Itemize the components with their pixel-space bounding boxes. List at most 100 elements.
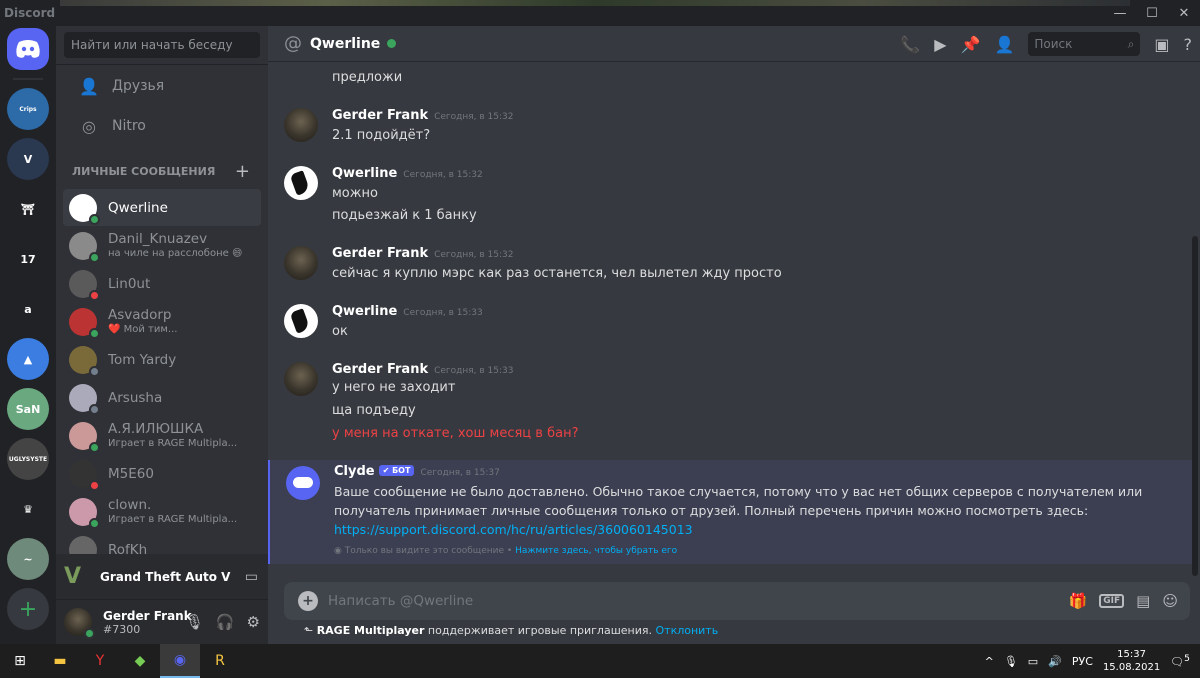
message-author[interactable]: Qwerline xyxy=(332,304,397,319)
notifications-icon[interactable]: 🗨5 xyxy=(1170,653,1190,669)
go-live-icon[interactable]: ▭ xyxy=(245,569,258,585)
server-icon[interactable]: 17 xyxy=(7,238,49,280)
inbox-icon[interactable]: ▣ xyxy=(1154,35,1169,54)
file-explorer-icon[interactable]: ▬ xyxy=(40,644,80,678)
status-off-icon xyxy=(89,403,100,415)
status-online-icon xyxy=(84,628,95,639)
dm-item[interactable]: А.Я.ИЛЮШКА Играет в RAGE Multipla... xyxy=(63,417,261,454)
dm-item[interactable]: Lin0ut xyxy=(63,265,261,302)
maximize-button[interactable]: ☐ xyxy=(1136,0,1168,26)
gift-icon[interactable]: 🎁 xyxy=(1069,592,1088,610)
bluestacks-icon[interactable]: ◆ xyxy=(120,644,160,678)
headphones-icon[interactable]: 🎧 xyxy=(216,613,235,631)
help-icon[interactable]: ? xyxy=(1184,35,1193,54)
system-tray: ^ 🎙 ▭ 🔊 РУС 15:37 15.08.2021 🗨5 xyxy=(985,644,1200,678)
status-off-icon xyxy=(89,365,100,377)
clock[interactable]: 15:37 15.08.2021 xyxy=(1103,648,1160,674)
server-icon[interactable]: ▲ xyxy=(7,338,49,380)
server-icon[interactable]: ♛ xyxy=(7,488,49,530)
message-author[interactable]: Gerder Frank xyxy=(332,362,428,377)
close-button[interactable]: ✕ xyxy=(1168,0,1200,26)
decline-invite-link[interactable]: Отклонить xyxy=(656,624,719,637)
invite-game-name: RAGE Multiplayer xyxy=(316,624,425,637)
friends-nav-item[interactable]: 👤 Друзья xyxy=(64,67,260,105)
avatar[interactable] xyxy=(284,166,318,200)
attach-plus-icon[interactable]: + xyxy=(298,591,318,611)
message-author[interactable]: Clyde xyxy=(334,464,375,479)
add-server-button[interactable]: + xyxy=(7,588,49,630)
microphone-tray-icon[interactable]: 🎙 xyxy=(1004,655,1018,668)
create-dm-button[interactable]: + xyxy=(235,161,250,182)
nitro-nav-item[interactable]: ◎ Nitro xyxy=(64,107,260,145)
app-title: Discord xyxy=(4,6,56,20)
volume-icon[interactable]: 🔊 xyxy=(1048,655,1062,668)
message-author[interactable]: Qwerline xyxy=(332,166,397,181)
server-icon[interactable]: V xyxy=(7,138,49,180)
avatar[interactable] xyxy=(284,304,318,338)
server-icon[interactable]: SaN xyxy=(7,388,49,430)
failed-message-text: у меня на откате, хош месяц в бан? xyxy=(332,426,579,441)
dm-item[interactable]: Danil_Knuazev на чиле на расслобоне 😄 xyxy=(63,227,261,264)
activity-game-name: Grand Theft Auto V xyxy=(100,569,231,584)
server-separator xyxy=(13,78,43,80)
discord-taskbar-icon[interactable]: ◉ xyxy=(160,644,200,678)
gif-icon[interactable]: GIF xyxy=(1099,594,1125,608)
windows-start-icon[interactable]: ⊞ xyxy=(0,644,40,678)
dm-item[interactable]: Tom Yardy xyxy=(63,341,261,378)
scrollbar[interactable] xyxy=(1192,236,1198,576)
discord-home-button[interactable] xyxy=(7,28,49,70)
dm-item[interactable]: M5E60 xyxy=(63,455,261,492)
avatar[interactable] xyxy=(284,246,318,280)
chevron-up-icon[interactable]: ^ xyxy=(985,655,994,668)
server-icon[interactable]: ⛩ xyxy=(7,188,49,230)
channel-name: Qwerline xyxy=(310,35,381,52)
chat-search-placeholder: Поиск xyxy=(1034,37,1073,51)
dismiss-message-link[interactable]: Нажмите здесь, чтобы убрать его xyxy=(515,546,677,556)
dm-search-input[interactable]: Найти или начать беседу xyxy=(64,32,260,58)
eye-icon: ◉ xyxy=(334,546,345,556)
avatar[interactable] xyxy=(284,108,318,142)
dm-item[interactable]: Qwerline xyxy=(63,189,261,226)
video-call-icon[interactable]: ▶ xyxy=(934,35,946,54)
avatar xyxy=(69,345,100,377)
friends-label: Друзья xyxy=(112,78,165,94)
sticker-icon[interactable]: ▤ xyxy=(1136,592,1150,610)
user-name: Gerder Frank xyxy=(103,608,192,623)
message-text: ок xyxy=(332,324,348,339)
network-icon[interactable]: ▭ xyxy=(1028,655,1038,668)
server-icon[interactable]: ~ xyxy=(7,538,49,580)
avatar xyxy=(69,231,100,263)
message-input[interactable] xyxy=(328,593,1069,609)
input-language[interactable]: РУС xyxy=(1072,655,1093,668)
voice-call-icon[interactable]: 📞 xyxy=(900,35,920,54)
add-friend-icon[interactable]: 👤 xyxy=(994,35,1014,54)
message-header: Clyde ✔ БОТ Сегодня, в 15:37 xyxy=(334,464,500,479)
server-icon[interactable]: Crips xyxy=(7,88,49,130)
avatar xyxy=(69,459,100,491)
emoji-icon[interactable]: ☺ xyxy=(1162,592,1178,610)
dm-item[interactable]: clown. Играет в RAGE Multipla... xyxy=(63,493,261,530)
message-header: Gerder Frank Сегодня, в 15:33 xyxy=(332,362,514,377)
minimize-button[interactable]: — xyxy=(1104,0,1136,26)
message-composer: + 🎁 GIF ▤ ☺ xyxy=(284,582,1190,620)
user-panel: Gerder Frank #7300 🎙 🎧 ⚙ xyxy=(56,600,268,644)
clyde-bot-icon[interactable] xyxy=(286,466,320,500)
avatar[interactable] xyxy=(284,362,318,396)
dm-item[interactable]: Arsusha xyxy=(63,379,261,416)
message-author[interactable]: Gerder Frank xyxy=(332,246,428,261)
rage-mp-icon[interactable]: R xyxy=(200,644,240,678)
server-icon[interactable]: a xyxy=(7,288,49,330)
chat-search-input[interactable]: Поиск ⌕ xyxy=(1028,32,1141,56)
settings-gear-icon[interactable]: ⚙ xyxy=(247,613,260,631)
pin-icon[interactable]: 📌 xyxy=(961,35,981,54)
server-icon[interactable]: UGLYSYSTE xyxy=(7,438,49,480)
microphone-icon[interactable]: 🎙 xyxy=(185,613,204,631)
message-author[interactable]: Gerder Frank xyxy=(332,108,428,123)
yandex-browser-icon[interactable]: Y xyxy=(80,644,120,678)
dm-item[interactable]: Asvadorp ❤️ Мой тим... xyxy=(63,303,261,340)
support-link[interactable]: https://support.discord.com/hc/ru/articl… xyxy=(334,522,693,537)
at-icon: @ xyxy=(284,33,302,54)
dm-header-label: ЛИЧНЫЕ СООБЩЕНИЯ xyxy=(72,165,216,178)
user-avatar[interactable] xyxy=(64,608,95,639)
dm-name: clown. xyxy=(108,497,152,513)
